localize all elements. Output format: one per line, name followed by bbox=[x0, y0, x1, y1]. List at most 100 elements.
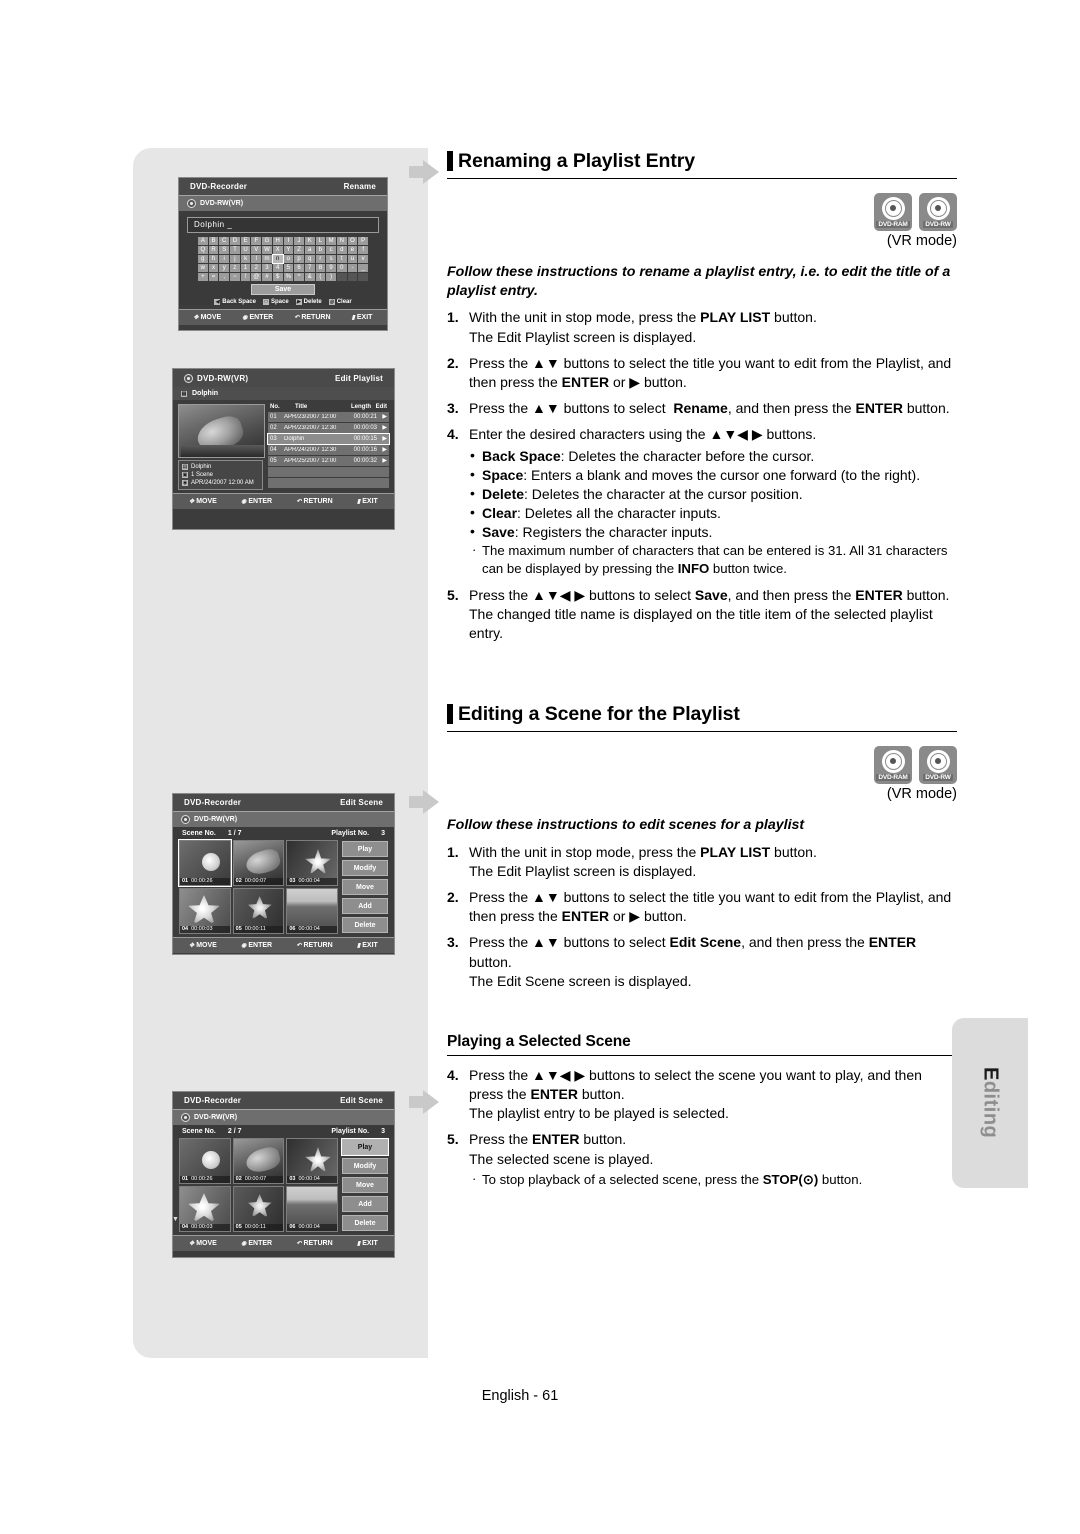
key-o[interactable]: o bbox=[283, 255, 294, 263]
key-x[interactable]: x bbox=[208, 264, 219, 272]
scene-thumbnail[interactable]: 06 00:00:04 bbox=[286, 888, 338, 934]
scene-thumbnail[interactable]: 01 00:00:26 bbox=[178, 839, 232, 887]
key-U[interactable]: U bbox=[240, 246, 251, 254]
key-n[interactable]: n bbox=[271, 254, 284, 264]
key-M[interactable]: M bbox=[326, 237, 336, 245]
key-r[interactable]: r bbox=[315, 255, 326, 263]
scene-thumbnail[interactable]: 03 00:00:04 bbox=[286, 1138, 338, 1184]
key-_[interactable]: _ bbox=[358, 264, 368, 272]
key-N[interactable]: N bbox=[336, 237, 347, 245]
key-$[interactable]: $ bbox=[272, 273, 283, 281]
footer-exit[interactable]: ▮ EXIT bbox=[357, 942, 378, 949]
row-edit-arrow-icon[interactable]: ▶ bbox=[377, 447, 387, 453]
key-H[interactable]: H bbox=[272, 237, 283, 245]
footer-return[interactable]: ↶ RETURN bbox=[294, 314, 330, 321]
row-edit-arrow-icon[interactable]: ▶ bbox=[377, 425, 387, 431]
key-P[interactable]: P bbox=[358, 237, 368, 245]
character-keyboard[interactable]: ABCDEFGHIJKLMNOPQRSTUVWXYZabcdefghijklmn… bbox=[198, 237, 368, 281]
key-m[interactable]: m bbox=[262, 255, 272, 263]
key-4[interactable]: 4 bbox=[272, 264, 283, 272]
footer-enter[interactable]: ◉ ENTER bbox=[241, 1240, 272, 1247]
scene-thumbnail[interactable]: 02 00:00:07 bbox=[232, 840, 285, 886]
save-key[interactable]: Save bbox=[251, 284, 315, 295]
playlist-row[interactable]: 04 APR/24/2007 12:30 00:00:16 ▶ bbox=[268, 445, 389, 455]
key-a[interactable]: a bbox=[304, 246, 315, 254]
scene-action-buttons[interactable]: Play Modify Move Add Delete bbox=[342, 840, 388, 934]
key-C[interactable]: C bbox=[219, 237, 230, 245]
footer-return[interactable]: ↶ RETURN bbox=[296, 1240, 332, 1247]
key-S[interactable]: S bbox=[219, 246, 230, 254]
key-t[interactable]: t bbox=[336, 255, 347, 263]
scene-button-modify[interactable]: Modify bbox=[342, 1158, 388, 1174]
scene-button-delete[interactable]: Delete bbox=[342, 917, 388, 933]
footer-move[interactable]: ✥ MOVE bbox=[194, 314, 222, 321]
key-B[interactable]: B bbox=[208, 237, 219, 245]
key-+[interactable]: + bbox=[198, 273, 208, 281]
key-v[interactable]: v bbox=[358, 255, 368, 263]
key-c[interactable]: c bbox=[326, 246, 336, 254]
key-V[interactable]: V bbox=[251, 246, 262, 254]
scene-button-move[interactable]: Move bbox=[342, 879, 388, 895]
key-X[interactable]: X bbox=[272, 246, 283, 254]
key-u[interactable]: u bbox=[347, 255, 358, 263]
scene-button-play[interactable]: Play bbox=[342, 841, 388, 857]
key-y[interactable]: y bbox=[219, 264, 230, 272]
key-j[interactable]: j bbox=[230, 255, 240, 263]
footer-enter[interactable]: ◉ ENTER bbox=[241, 942, 272, 949]
key--[interactable]: - bbox=[347, 264, 358, 272]
footer-move[interactable]: ✥ MOVE bbox=[189, 498, 217, 505]
footer-return[interactable]: ↶ RETURN bbox=[296, 942, 332, 949]
key-9[interactable]: 9 bbox=[326, 264, 336, 272]
scene-thumbnail[interactable]: 05 00:00:11 bbox=[232, 888, 285, 934]
scene-action-buttons[interactable]: Play Modify Move Add Delete bbox=[341, 1138, 389, 1232]
key-R[interactable]: R bbox=[208, 246, 219, 254]
footer-move[interactable]: ✥ MOVE bbox=[189, 942, 217, 949]
playlist-row[interactable]: 01 APR/23/2007 12:00 00:00:21 ▶ bbox=[268, 412, 389, 422]
scene-thumbnail[interactable]: 05 00:00:11 bbox=[232, 1186, 285, 1232]
row-edit-arrow-icon[interactable]: ▶ bbox=[377, 458, 387, 464]
key-1[interactable]: 1 bbox=[240, 264, 251, 272]
scene-thumbnail[interactable]: 02 00:00:07 bbox=[232, 1138, 285, 1184]
playlist-row[interactable]: 02 APR/23/2007 12:30 00:00:03 ▶ bbox=[268, 423, 389, 433]
key-6[interactable]: 6 bbox=[294, 264, 304, 272]
key-8[interactable]: 8 bbox=[315, 264, 326, 272]
scene-button-move[interactable]: Move bbox=[342, 1177, 388, 1193]
key-2[interactable]: 2 bbox=[251, 264, 262, 272]
footer-enter[interactable]: ◉ ENTER bbox=[241, 498, 272, 505]
footer-return[interactable]: ↶ RETURN bbox=[296, 498, 332, 505]
key-~[interactable]: ~ bbox=[230, 273, 240, 281]
scene-button-play[interactable]: Play bbox=[341, 1138, 389, 1156]
key-W[interactable]: W bbox=[262, 246, 272, 254]
key-p[interactable]: p bbox=[294, 255, 304, 263]
key-F[interactable]: F bbox=[251, 237, 262, 245]
key-h[interactable]: h bbox=[208, 255, 219, 263]
key-b[interactable]: b bbox=[315, 246, 326, 254]
key-#[interactable]: # bbox=[262, 273, 272, 281]
key-i[interactable]: i bbox=[219, 255, 230, 263]
key-I[interactable]: I bbox=[283, 237, 294, 245]
key-0[interactable]: 0 bbox=[336, 264, 347, 272]
key-e[interactable]: e bbox=[347, 246, 358, 254]
key-k[interactable]: k bbox=[240, 255, 251, 263]
key-Z[interactable]: Z bbox=[294, 246, 304, 254]
key-A[interactable]: A bbox=[198, 237, 208, 245]
scene-thumbnail[interactable]: 04 00:00:03 bbox=[179, 888, 231, 934]
row-edit-arrow-icon[interactable]: ▶ bbox=[377, 414, 387, 420]
scene-thumbnail-grid[interactable]: 01 00:00:26 02 00:00:07 03 00:00:04 04 00:00:03… bbox=[179, 1138, 338, 1232]
key-f[interactable]: f bbox=[358, 246, 368, 254]
key-G[interactable]: G bbox=[262, 237, 272, 245]
row-edit-arrow-icon[interactable]: ▶ bbox=[377, 436, 387, 442]
key-%[interactable]: % bbox=[283, 273, 294, 281]
key-w[interactable]: w bbox=[198, 264, 208, 272]
key-J[interactable]: J bbox=[294, 237, 304, 245]
key-=[interactable]: = bbox=[208, 273, 219, 281]
scene-thumbnail[interactable]: 01 00:00:26 bbox=[179, 1138, 231, 1184]
key-7[interactable]: 7 bbox=[304, 264, 315, 272]
key-O[interactable]: O bbox=[347, 237, 358, 245]
key-T[interactable]: T bbox=[230, 246, 240, 254]
key-@[interactable]: @ bbox=[251, 273, 262, 281]
key-,[interactable]: , bbox=[219, 273, 230, 281]
playlist-row[interactable]: 05 APR/25/2007 12:00 00:00:32 ▶ bbox=[268, 456, 389, 466]
scene-button-modify[interactable]: Modify bbox=[342, 860, 388, 876]
scene-button-add[interactable]: Add bbox=[342, 1196, 388, 1212]
